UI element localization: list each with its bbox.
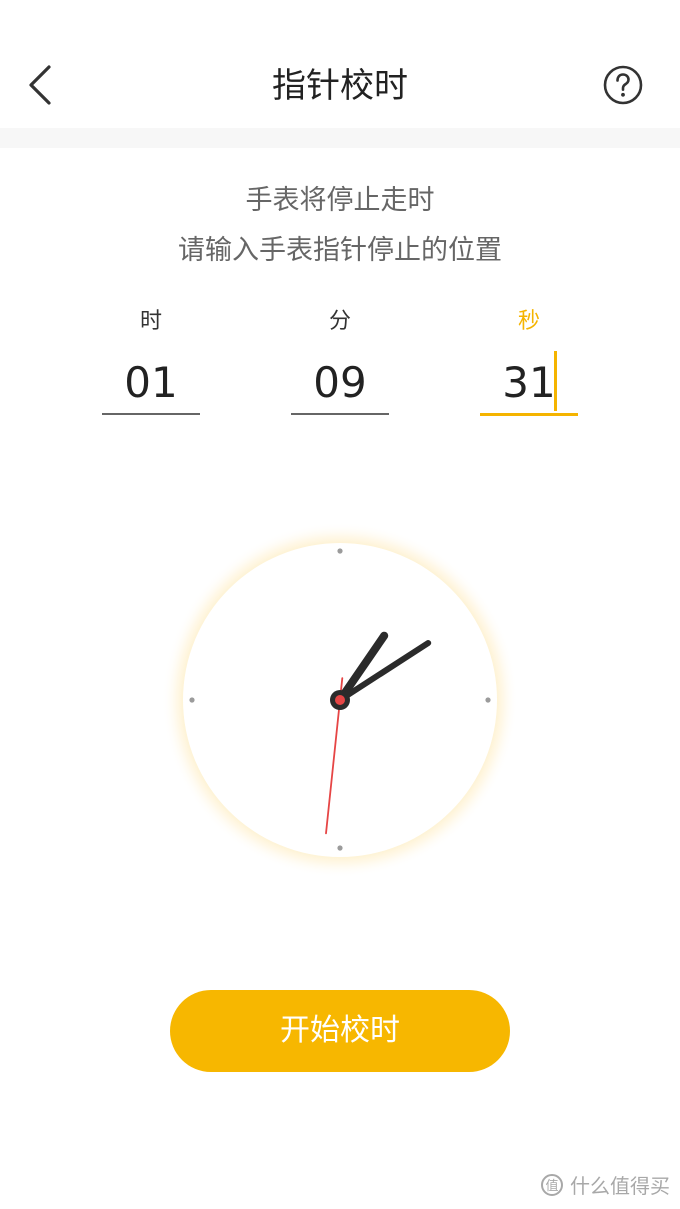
page-title: 指针校时 [272, 66, 408, 106]
second-field[interactable]: 秒 31 [480, 305, 578, 416]
second-value: 31 [502, 358, 556, 407]
tick-6 [337, 845, 343, 851]
clock-center-dot [335, 695, 345, 705]
text-cursor [554, 351, 557, 411]
minute-field[interactable]: 分 09 [291, 305, 389, 415]
instruction-line-2: 请输入手表指针停止的位置 [178, 235, 502, 266]
hour-value: 01 [124, 358, 178, 407]
help-circle-icon [603, 65, 643, 105]
help-button[interactable] [602, 64, 644, 106]
tick-3 [485, 697, 491, 703]
watermark-text: 什么值得买 [570, 1174, 670, 1198]
analog-clock[interactable] [160, 520, 520, 880]
tick-12 [337, 548, 343, 554]
instruction-line-1: 手表将停止走时 [245, 185, 435, 216]
start-calibration-button[interactable]: 开始校时 [170, 990, 510, 1072]
minute-value: 09 [313, 358, 367, 407]
tick-9 [189, 697, 195, 703]
hour-input[interactable]: 01 [102, 355, 200, 415]
hour-label: 时 [139, 309, 162, 334]
smzdm-logo-icon: 值 [541, 1173, 563, 1196]
time-calibration-screen: 指针校时 手表将停止走时 请输入手表指针停止的位置 时 01 分 09 秒 31 [0, 0, 680, 1209]
second-input[interactable]: 31 [480, 351, 578, 416]
hour-field[interactable]: 时 01 [102, 305, 200, 415]
minute-label: 分 [328, 309, 351, 334]
watermark: 值 什么值得买 [540, 1170, 670, 1199]
header: 指针校时 [0, 0, 680, 128]
clock-face-svg [162, 522, 518, 878]
header-divider [0, 128, 680, 148]
minute-input[interactable]: 09 [291, 355, 389, 415]
svg-text:值: 值 [545, 1178, 558, 1194]
second-label: 秒 [517, 309, 540, 334]
